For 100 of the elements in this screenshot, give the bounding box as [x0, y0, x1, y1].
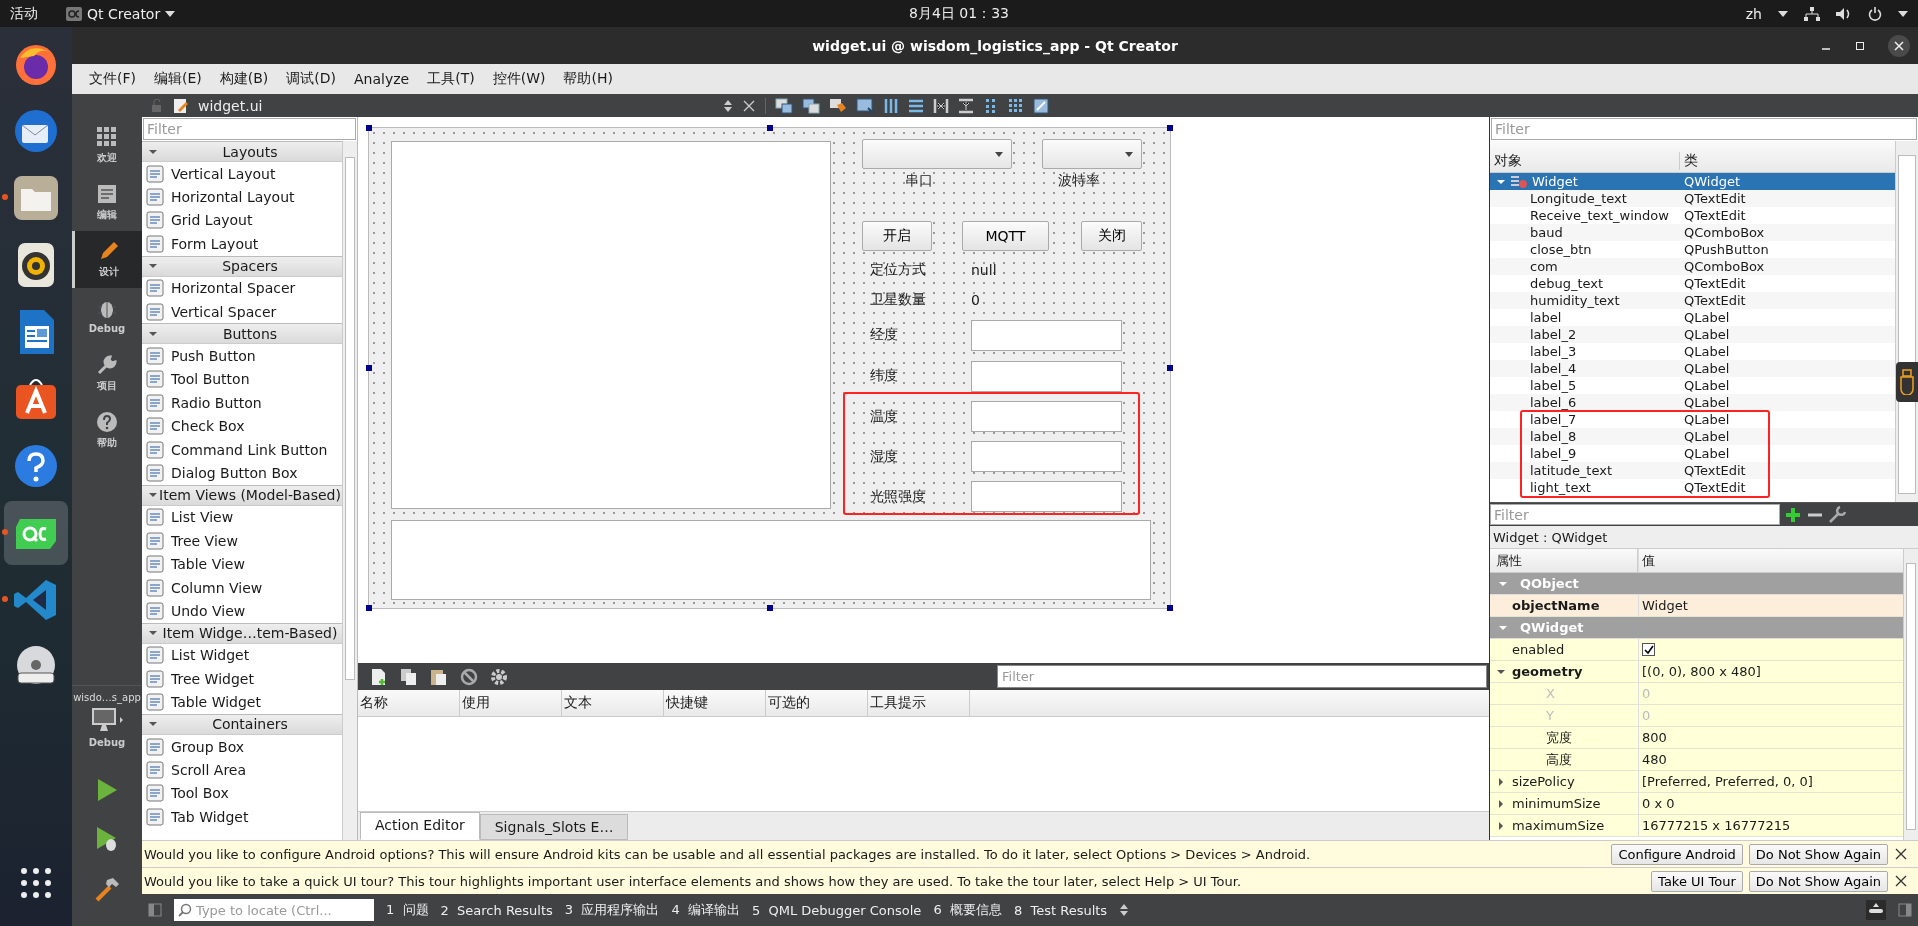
locator-field[interactable]: Type to locate (Ctrl... [174, 899, 374, 921]
copy-icon[interactable] [400, 667, 418, 686]
mode-tab[interactable]: 编辑 [72, 174, 142, 231]
menu-item[interactable]: 帮助(H) [556, 67, 620, 91]
maximize-icon[interactable] [1854, 40, 1866, 52]
tree-row[interactable]: Longitude_text QTextEdit [1490, 190, 1895, 207]
rows-icon[interactable] [908, 97, 924, 114]
stacked-windows-icon[interactable] [775, 97, 793, 114]
resize-handle[interactable] [366, 365, 372, 371]
output-pane-button[interactable]: 1 问题 [386, 901, 429, 919]
widget-list-item[interactable]: Column View [142, 575, 342, 600]
close-icon[interactable] [1888, 35, 1910, 57]
column-header[interactable]: 属性 [1490, 549, 1638, 572]
mode-tab[interactable]: 帮助 [72, 402, 142, 459]
property-value[interactable]: 480 [1642, 752, 1667, 767]
tag-icon[interactable] [829, 97, 847, 114]
tree-row[interactable]: baud QComboBox [1490, 224, 1895, 241]
column-header[interactable]: 工具提示 [868, 690, 970, 716]
output-pane-button[interactable]: 5 QML Debugger Console [751, 902, 922, 918]
menu-item[interactable]: Analyze [347, 68, 417, 90]
adjust-size-icon[interactable] [1033, 97, 1049, 114]
new-file-icon[interactable] [370, 667, 388, 686]
resize-handle[interactable] [766, 605, 773, 611]
widget-list-item[interactable]: Radio Button [142, 391, 342, 415]
info-button[interactable]: Do Not Show Again [1748, 870, 1888, 892]
menu-item[interactable]: 工具(T) [420, 67, 482, 91]
tree-row[interactable]: label_6 QLabel [1490, 394, 1895, 411]
checkbox[interactable] [1642, 643, 1655, 656]
category-header[interactable]: Layouts [142, 141, 342, 162]
mode-tab[interactable]: Debug [72, 288, 142, 345]
widget-list-item[interactable]: Tool Box [142, 781, 342, 805]
activities-button[interactable]: 活动 [10, 4, 52, 23]
tree-row[interactable]: close_btn QPushButton [1490, 241, 1895, 258]
push-button[interactable]: 关闭 [1081, 221, 1142, 251]
wrench-icon[interactable] [1828, 505, 1846, 524]
column-header[interactable]: 使用 [460, 690, 562, 716]
column-header[interactable]: 快捷键 [664, 690, 766, 716]
widget-list-item[interactable]: Vertical Spacer [142, 299, 342, 324]
widget-list-item[interactable]: Push Button [142, 344, 342, 368]
menu-item[interactable]: 编辑(E) [147, 67, 209, 91]
caret-icon[interactable] [1778, 10, 1788, 17]
plus-icon[interactable] [1784, 505, 1802, 524]
widget-list-item[interactable]: List Widget [142, 643, 342, 668]
property-value[interactable]: Widget [1642, 598, 1688, 613]
resize-handle[interactable] [766, 125, 773, 131]
column-header[interactable]: 类 [1680, 152, 1698, 170]
tree-row[interactable]: label_8 QLabel [1490, 428, 1895, 445]
scrollbar[interactable] [342, 141, 357, 840]
column-header[interactable]: 对象 [1490, 152, 1680, 170]
network-icon[interactable] [1804, 6, 1820, 21]
category-header[interactable]: Containers [142, 713, 342, 735]
menu-item[interactable]: 构建(B) [212, 67, 276, 91]
columns-icon[interactable] [883, 97, 899, 114]
menu-item[interactable]: 控件(W) [485, 67, 553, 91]
category-header[interactable]: Buttons [142, 323, 342, 345]
stacked-windows-icon[interactable] [802, 97, 820, 114]
tree-row[interactable]: debug_text QTextEdit [1490, 275, 1895, 292]
widget-list-item[interactable]: Vertical Layout [142, 162, 342, 186]
tree-row[interactable]: Widget QWidget [1490, 173, 1895, 190]
category-header[interactable]: Item Views (Model-Based) [142, 484, 342, 506]
input-method-label[interactable]: zh [1745, 5, 1762, 22]
gear-icon[interactable] [490, 667, 508, 686]
grid-icon[interactable] [1008, 97, 1024, 114]
run-icon[interactable] [96, 778, 118, 802]
column-header[interactable]: 名称 [358, 690, 460, 716]
tree-row[interactable]: latitude_text QTextEdit [1490, 462, 1895, 479]
power-icon[interactable] [1868, 6, 1882, 21]
column-header[interactable]: 可选的 [766, 690, 868, 716]
output-pane-button[interactable]: 6 概要信息 [933, 901, 1002, 919]
widget-list-item[interactable]: Table Widget [142, 690, 342, 714]
close-icon[interactable] [1894, 847, 1908, 861]
widget-list-item[interactable]: Grid Layout [142, 208, 342, 233]
file-name[interactable]: widget.ui [198, 97, 263, 114]
filter-field[interactable]: Filter [143, 118, 356, 140]
tree-row[interactable]: label_5 QLabel [1490, 377, 1895, 394]
tree-row[interactable]: light_text QTextEdit [1490, 479, 1895, 496]
debug-run-icon[interactable] [95, 826, 119, 852]
app-grid-icon[interactable] [19, 866, 53, 900]
info-button[interactable]: Do Not Show Again [1748, 843, 1888, 865]
mode-tab[interactable]: 欢迎 [72, 117, 142, 174]
clock[interactable]: 8月4日 01：33 [909, 4, 1009, 23]
widget-list-item[interactable]: Tool Button [142, 367, 342, 392]
split-horizontal-icon[interactable] [933, 97, 949, 114]
widget-list-item[interactable]: Table View [142, 552, 342, 576]
widget-list-item[interactable]: Group Box [142, 734, 342, 759]
tree-row[interactable]: com QComboBox [1490, 258, 1895, 275]
tree-row[interactable]: label_9 QLabel [1490, 445, 1895, 462]
info-button[interactable]: Take UI Tour [1651, 870, 1743, 892]
tree-row[interactable]: label_2 QLabel [1490, 326, 1895, 343]
widget-list-item[interactable]: Horizontal Layout [142, 185, 342, 209]
expand-arrow-icon[interactable] [1496, 776, 1506, 787]
widget-list-item[interactable]: List View [142, 505, 342, 530]
column-header[interactable]: 文本 [562, 690, 664, 716]
expand-arrow-icon[interactable] [1496, 820, 1506, 831]
tab[interactable]: Signals_Slots E… [479, 814, 629, 840]
filter-field[interactable]: Filter [1491, 118, 1917, 140]
sidebar-toggle-icon[interactable] [148, 903, 162, 917]
resize-handle[interactable] [366, 125, 372, 131]
app-menu[interactable]: Qt Creator [66, 5, 176, 22]
mode-tab[interactable]: 设计 [72, 231, 142, 288]
